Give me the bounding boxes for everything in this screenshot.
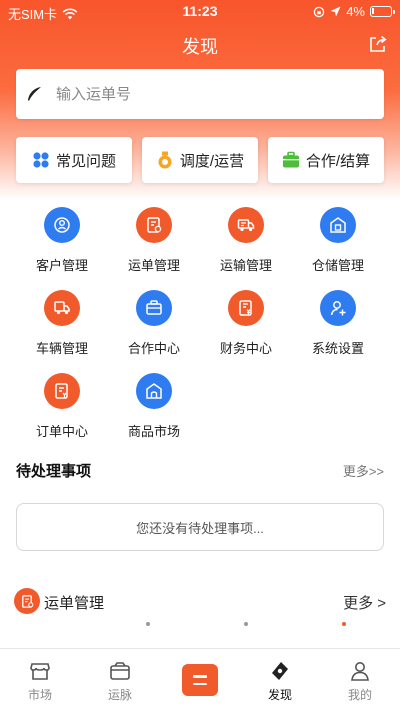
grid-label: 合作中心	[127, 341, 180, 356]
grid-label: 财务中心	[219, 341, 272, 356]
bottom-tab-bar: 市场 运脉 发现 我的	[0, 648, 400, 710]
grid-flower-icon	[33, 152, 49, 168]
battery-percent: 4%	[346, 4, 365, 19]
grid-label: 商品市场	[127, 424, 180, 439]
grid-label: 订单中心	[35, 424, 88, 439]
grid-item-customer[interactable]: 客户管理	[16, 207, 108, 290]
share-icon[interactable]	[368, 34, 388, 54]
tab-label: 运脉	[107, 688, 132, 702]
grid-item-waybill[interactable]: 运单管理	[108, 207, 200, 290]
shop-icon	[136, 373, 172, 409]
tab-label: 发现	[267, 688, 292, 702]
warehouse-icon	[320, 207, 356, 243]
vehicle-icon	[44, 290, 80, 326]
grid-item-settings[interactable]: 系统设置	[292, 290, 384, 373]
grid-item-warehouse[interactable]: 仓储管理	[292, 207, 384, 290]
grid-label: 客户管理	[35, 258, 88, 273]
pending-title: 待处理事项	[16, 463, 92, 480]
rotation-lock-icon	[313, 6, 325, 17]
grid-item-vehicle[interactable]: 车辆管理	[16, 290, 108, 373]
location-arrow-icon	[330, 6, 341, 17]
discover-icon	[272, 662, 288, 680]
grid-item-market[interactable]: 商品市场	[108, 373, 200, 456]
status-bar: 无SIM卡 11:23 4%	[0, 0, 400, 24]
pending-empty-state: 您还没有待处理事项...	[16, 503, 384, 551]
search-bar[interactable]	[16, 69, 384, 119]
cooperation-label: 合作/结算	[305, 152, 371, 170]
grid-item-orders[interactable]: 订单中心	[16, 373, 108, 456]
medal-icon	[158, 151, 172, 169]
grid-item-finance[interactable]: 财务中心	[200, 290, 292, 373]
grid-label: 运输管理	[219, 258, 272, 273]
pending-more-link[interactable]: 更多>>	[343, 461, 384, 480]
dispatch-label: 调度/运营	[179, 152, 245, 170]
cooperation-button[interactable]: 合作/结算	[268, 137, 384, 183]
grid-item-transport[interactable]: 运输管理	[200, 207, 292, 290]
waybill-icon	[14, 588, 40, 614]
truck-icon	[228, 207, 264, 243]
quick-actions: 常见问题 调度/运营 合作/结算	[16, 137, 384, 183]
grid-label: 车辆管理	[35, 341, 88, 356]
grid-label: 运单管理	[127, 258, 180, 273]
order-icon	[44, 373, 80, 409]
briefcase-icon	[282, 151, 299, 168]
tab-profile[interactable]: 我的	[320, 649, 400, 710]
feature-grid: 客户管理 运单管理 运输管理 仓储管理 车辆管理 合作中心 财务中心 系统设置 …	[16, 207, 384, 456]
network-icon	[110, 662, 130, 680]
menu-icon	[182, 664, 218, 696]
finance-icon	[228, 290, 264, 326]
grid-item-cooperation[interactable]: 合作中心	[108, 290, 200, 373]
page-title: 发现	[182, 37, 218, 57]
waybill-status-dots	[0, 622, 400, 632]
tab-market[interactable]: 市场	[0, 649, 80, 710]
pending-section-header: 待处理事项 更多>>	[16, 458, 384, 482]
battery-icon	[370, 6, 395, 17]
dispatch-button[interactable]: 调度/运营	[142, 137, 258, 183]
waybill-search-input[interactable]	[56, 85, 356, 103]
faq-button[interactable]: 常见问题	[16, 137, 132, 183]
waybill-title: 运单管理	[44, 595, 105, 612]
waybill-section-header: 运单管理 更多 >	[14, 588, 386, 616]
user-add-icon	[320, 290, 356, 326]
profile-icon	[351, 662, 369, 681]
tab-discover[interactable]: 发现	[240, 649, 320, 710]
customer-icon	[44, 207, 80, 243]
tab-label: 市场	[27, 688, 52, 702]
tab-network[interactable]: 运脉	[80, 649, 160, 710]
grid-label: 系统设置	[311, 341, 364, 356]
grid-label: 仓储管理	[311, 258, 364, 273]
waybill-icon	[136, 207, 172, 243]
briefcase-icon	[136, 290, 172, 326]
feather-icon	[28, 87, 41, 101]
waybill-more-link[interactable]: 更多 >	[343, 592, 386, 613]
faq-label: 常见问题	[55, 152, 116, 170]
market-icon	[30, 663, 50, 680]
pending-empty-text: 您还没有待处理事项...	[136, 520, 264, 536]
tab-label: 我的	[347, 688, 372, 702]
tab-center[interactable]	[160, 649, 240, 710]
